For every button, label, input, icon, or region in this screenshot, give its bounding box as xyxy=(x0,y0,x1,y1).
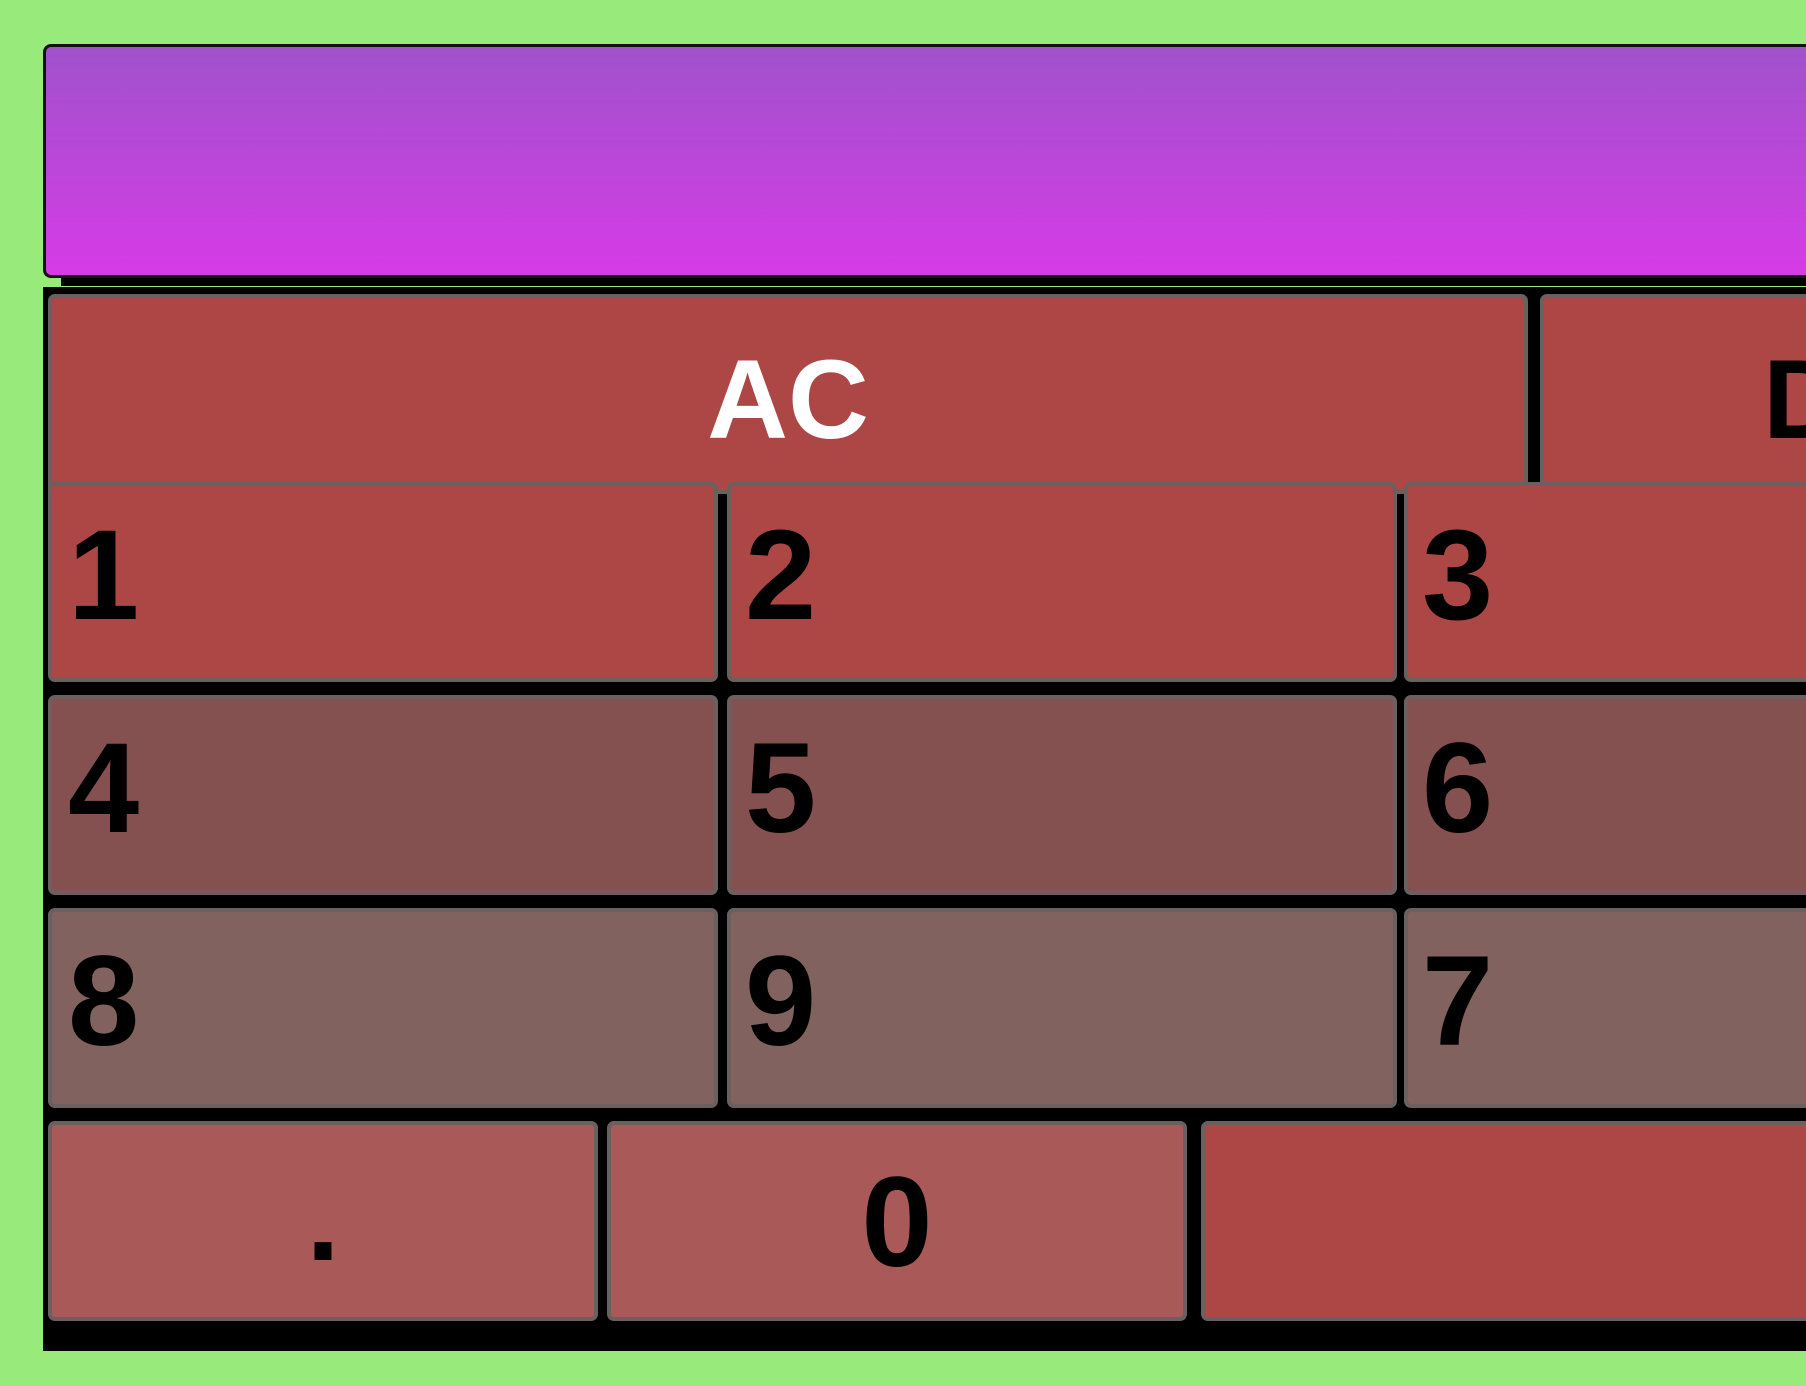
decimal-point-label: . xyxy=(306,1152,340,1286)
digit-4-button[interactable]: 4 xyxy=(48,695,718,895)
digit-8-button[interactable]: 8 xyxy=(48,908,718,1108)
decimal-point-button[interactable]: . xyxy=(48,1121,598,1321)
digit-9-button[interactable]: 9 xyxy=(727,908,1397,1108)
calculator: AC D 1 2 3 4 5 6 8 9 7 xyxy=(43,44,1806,1351)
key-shadow-zero xyxy=(629,1341,1204,1351)
digit-7-label: 7 xyxy=(1422,930,1494,1073)
digit-6-button[interactable]: 6 xyxy=(1404,695,1806,895)
digit-8-label: 8 xyxy=(68,930,140,1073)
digit-5-button[interactable]: 5 xyxy=(727,695,1397,895)
display-shadow xyxy=(61,278,1806,286)
digit-3-label: 3 xyxy=(1422,504,1494,647)
delete-button-label: D xyxy=(1763,344,1806,456)
digit-3-button[interactable]: 3 xyxy=(1404,482,1806,682)
clear-button[interactable]: AC xyxy=(48,294,1528,494)
digit-1-label: 1 xyxy=(68,504,140,647)
digit-6-label: 6 xyxy=(1422,717,1494,860)
digit-4-label: 4 xyxy=(68,717,140,860)
digit-5-label: 5 xyxy=(745,717,817,860)
digit-0-button[interactable]: 0 xyxy=(607,1121,1187,1321)
clear-button-label: AC xyxy=(707,337,869,462)
delete-button[interactable]: D xyxy=(1540,294,1806,494)
digit-7-button[interactable]: 7 xyxy=(1404,908,1806,1108)
digit-0-label: 0 xyxy=(861,1151,933,1294)
key-shadow-decimal xyxy=(69,1341,614,1351)
digit-2-button[interactable]: 2 xyxy=(727,482,1397,682)
equals-button[interactable] xyxy=(1201,1121,1806,1321)
digit-1-button[interactable]: 1 xyxy=(48,482,718,682)
keypad: AC D 1 2 3 4 5 6 8 9 7 xyxy=(43,287,1806,1351)
digit-9-label: 9 xyxy=(745,930,817,1073)
key-shadow-equals xyxy=(1223,1341,1806,1351)
display-screen xyxy=(43,44,1806,278)
digit-2-label: 2 xyxy=(745,504,817,647)
